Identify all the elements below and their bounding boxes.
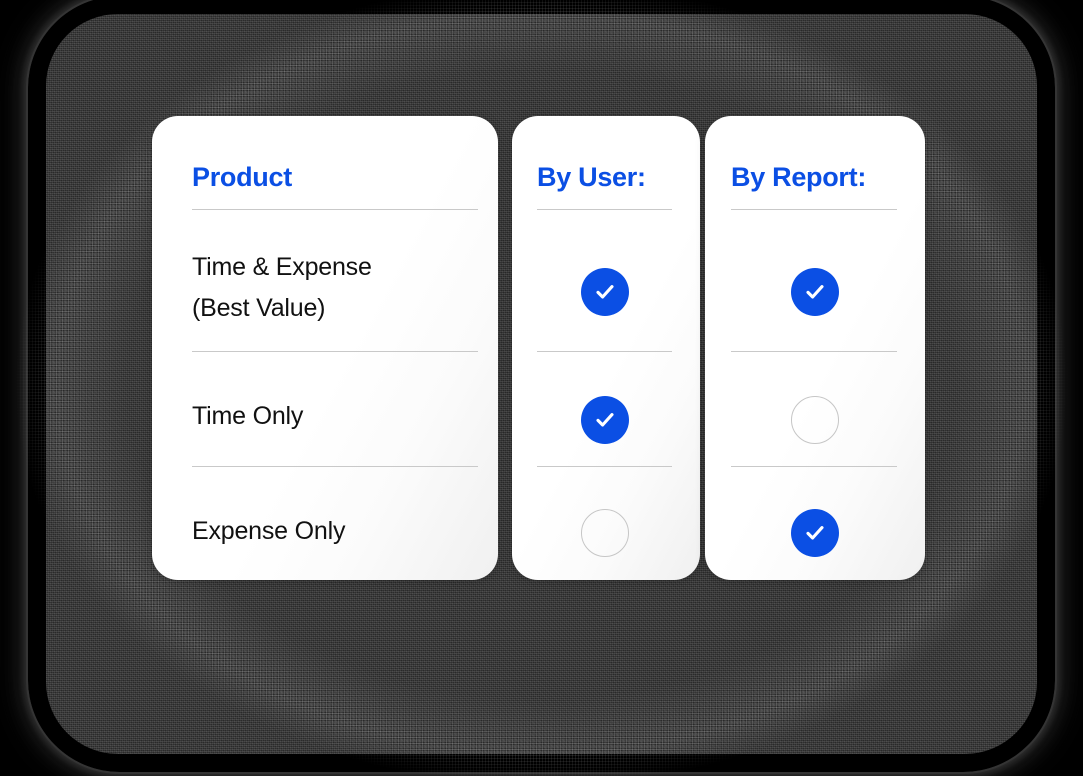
cell-by-report-time-only[interactable] [705,396,925,444]
cell-by-user-time-only[interactable] [512,396,699,444]
by-report-column-card: By Report: [705,116,925,580]
row-label-line-1: Time Only [192,402,304,430]
check-circle-filled-icon[interactable] [581,268,629,316]
column-header-product: Product [192,162,292,192]
divider-row-1-by-report [731,351,897,352]
check-circle-filled-icon[interactable] [791,509,839,557]
cell-by-user-expense-only[interactable] [512,509,699,557]
check-circle-filled-icon[interactable] [791,268,839,316]
divider-row-1-by-user [537,351,672,352]
divider-header-product [192,209,478,210]
divider-row-2-product [192,466,478,467]
row-label-expense-only: Expense Only [192,511,484,552]
column-header-by-report: By Report: [731,162,867,192]
row-label-line-1: Time & Expense [192,253,372,281]
row-label-time-and-expense: Time & Expense (Best Value) [192,247,484,329]
divider-header-by-user [537,209,672,210]
row-label-time-only: Time Only [192,396,484,437]
row-label-line-1: Expense Only [192,517,346,545]
circle-empty-icon[interactable] [791,396,839,444]
product-column-card: Product Time & Expense (Best Value) Time… [152,116,498,580]
divider-row-1-product [192,351,478,352]
cell-by-report-time-and-expense[interactable] [705,268,925,316]
divider-row-2-by-report [731,466,897,467]
divider-header-by-report [731,209,897,210]
screenshot-root: Product Time & Expense (Best Value) Time… [0,0,1083,776]
row-label-line-2: (Best Value) [192,294,326,322]
check-circle-filled-icon[interactable] [581,396,629,444]
by-user-column-card: By User: [512,116,700,580]
cell-by-report-expense-only[interactable] [705,509,925,557]
divider-row-2-by-user [537,466,672,467]
circle-empty-icon[interactable] [581,509,629,557]
cell-by-user-time-and-expense[interactable] [512,268,699,316]
column-header-by-user: By User: [537,162,646,192]
